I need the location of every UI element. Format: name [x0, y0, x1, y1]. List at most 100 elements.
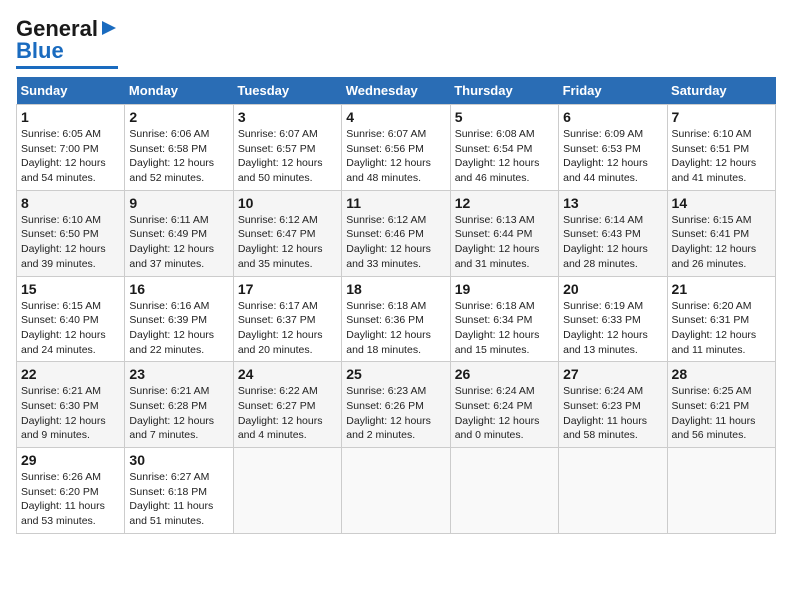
sunrise-text: Sunrise: 6:05 AMSunset: 7:00 PMDaylight:… [21, 128, 106, 184]
day-number: 2 [129, 109, 228, 125]
sunrise-text: Sunrise: 6:23 AMSunset: 6:26 PMDaylight:… [346, 385, 431, 441]
sunrise-text: Sunrise: 6:19 AMSunset: 6:33 PMDaylight:… [563, 300, 648, 356]
day-number: 23 [129, 366, 228, 382]
day-number: 15 [21, 281, 120, 297]
sunrise-text: Sunrise: 6:26 AMSunset: 6:20 PMDaylight:… [21, 471, 105, 527]
day-number: 17 [238, 281, 337, 297]
calendar-day-cell: 8 Sunrise: 6:10 AMSunset: 6:50 PMDayligh… [17, 190, 125, 276]
sunrise-text: Sunrise: 6:18 AMSunset: 6:34 PMDaylight:… [455, 300, 540, 356]
sunrise-text: Sunrise: 6:11 AMSunset: 6:49 PMDaylight:… [129, 214, 214, 270]
calendar-day-cell: 7 Sunrise: 6:10 AMSunset: 6:51 PMDayligh… [667, 105, 775, 191]
calendar-week-row: 29 Sunrise: 6:26 AMSunset: 6:20 PMDaylig… [17, 448, 776, 534]
sunrise-text: Sunrise: 6:13 AMSunset: 6:44 PMDaylight:… [455, 214, 540, 270]
day-number: 1 [21, 109, 120, 125]
sunrise-text: Sunrise: 6:15 AMSunset: 6:41 PMDaylight:… [672, 214, 757, 270]
calendar-day-cell: 14 Sunrise: 6:15 AMSunset: 6:41 PMDaylig… [667, 190, 775, 276]
calendar-day-cell: 30 Sunrise: 6:27 AMSunset: 6:18 PMDaylig… [125, 448, 233, 534]
sunrise-text: Sunrise: 6:16 AMSunset: 6:39 PMDaylight:… [129, 300, 214, 356]
calendar-day-cell [559, 448, 667, 534]
day-number: 30 [129, 452, 228, 468]
calendar-day-cell: 5 Sunrise: 6:08 AMSunset: 6:54 PMDayligh… [450, 105, 558, 191]
calendar-day-cell: 4 Sunrise: 6:07 AMSunset: 6:56 PMDayligh… [342, 105, 450, 191]
calendar-day-cell: 27 Sunrise: 6:24 AMSunset: 6:23 PMDaylig… [559, 362, 667, 448]
calendar-day-cell: 16 Sunrise: 6:16 AMSunset: 6:39 PMDaylig… [125, 276, 233, 362]
weekday-header: Sunday [17, 77, 125, 105]
day-number: 8 [21, 195, 120, 211]
day-number: 20 [563, 281, 662, 297]
day-number: 5 [455, 109, 554, 125]
page-header: General Blue [16, 16, 776, 69]
calendar-day-cell: 21 Sunrise: 6:20 AMSunset: 6:31 PMDaylig… [667, 276, 775, 362]
sunrise-text: Sunrise: 6:22 AMSunset: 6:27 PMDaylight:… [238, 385, 323, 441]
calendar-day-cell: 13 Sunrise: 6:14 AMSunset: 6:43 PMDaylig… [559, 190, 667, 276]
sunrise-text: Sunrise: 6:21 AMSunset: 6:28 PMDaylight:… [129, 385, 214, 441]
sunrise-text: Sunrise: 6:07 AMSunset: 6:57 PMDaylight:… [238, 128, 323, 184]
weekday-header: Friday [559, 77, 667, 105]
calendar-week-row: 15 Sunrise: 6:15 AMSunset: 6:40 PMDaylig… [17, 276, 776, 362]
sunrise-text: Sunrise: 6:10 AMSunset: 6:51 PMDaylight:… [672, 128, 757, 184]
calendar-day-cell: 6 Sunrise: 6:09 AMSunset: 6:53 PMDayligh… [559, 105, 667, 191]
day-number: 4 [346, 109, 445, 125]
day-number: 24 [238, 366, 337, 382]
weekday-header: Tuesday [233, 77, 341, 105]
day-number: 18 [346, 281, 445, 297]
calendar-day-cell: 17 Sunrise: 6:17 AMSunset: 6:37 PMDaylig… [233, 276, 341, 362]
sunrise-text: Sunrise: 6:10 AMSunset: 6:50 PMDaylight:… [21, 214, 106, 270]
logo-icon [100, 19, 118, 42]
sunrise-text: Sunrise: 6:12 AMSunset: 6:46 PMDaylight:… [346, 214, 431, 270]
calendar-day-cell [667, 448, 775, 534]
calendar-day-cell: 24 Sunrise: 6:22 AMSunset: 6:27 PMDaylig… [233, 362, 341, 448]
sunrise-text: Sunrise: 6:17 AMSunset: 6:37 PMDaylight:… [238, 300, 323, 356]
sunrise-text: Sunrise: 6:21 AMSunset: 6:30 PMDaylight:… [21, 385, 106, 441]
weekday-header: Wednesday [342, 77, 450, 105]
sunrise-text: Sunrise: 6:20 AMSunset: 6:31 PMDaylight:… [672, 300, 757, 356]
calendar-day-cell: 2 Sunrise: 6:06 AMSunset: 6:58 PMDayligh… [125, 105, 233, 191]
day-number: 25 [346, 366, 445, 382]
logo-blue-text: Blue [16, 38, 64, 64]
sunrise-text: Sunrise: 6:06 AMSunset: 6:58 PMDaylight:… [129, 128, 214, 184]
logo-underline [16, 66, 118, 69]
calendar-day-cell [233, 448, 341, 534]
calendar-day-cell: 20 Sunrise: 6:19 AMSunset: 6:33 PMDaylig… [559, 276, 667, 362]
day-number: 27 [563, 366, 662, 382]
day-number: 26 [455, 366, 554, 382]
calendar-day-cell: 11 Sunrise: 6:12 AMSunset: 6:46 PMDaylig… [342, 190, 450, 276]
weekday-header-row: SundayMondayTuesdayWednesdayThursdayFrid… [17, 77, 776, 105]
weekday-header: Monday [125, 77, 233, 105]
calendar-day-cell: 15 Sunrise: 6:15 AMSunset: 6:40 PMDaylig… [17, 276, 125, 362]
calendar-day-cell: 23 Sunrise: 6:21 AMSunset: 6:28 PMDaylig… [125, 362, 233, 448]
sunrise-text: Sunrise: 6:25 AMSunset: 6:21 PMDaylight:… [672, 385, 756, 441]
sunrise-text: Sunrise: 6:07 AMSunset: 6:56 PMDaylight:… [346, 128, 431, 184]
day-number: 9 [129, 195, 228, 211]
day-number: 29 [21, 452, 120, 468]
logo: General Blue [16, 16, 118, 69]
calendar-day-cell: 9 Sunrise: 6:11 AMSunset: 6:49 PMDayligh… [125, 190, 233, 276]
day-number: 21 [672, 281, 771, 297]
sunrise-text: Sunrise: 6:12 AMSunset: 6:47 PMDaylight:… [238, 214, 323, 270]
sunrise-text: Sunrise: 6:18 AMSunset: 6:36 PMDaylight:… [346, 300, 431, 356]
calendar-week-row: 8 Sunrise: 6:10 AMSunset: 6:50 PMDayligh… [17, 190, 776, 276]
sunrise-text: Sunrise: 6:24 AMSunset: 6:24 PMDaylight:… [455, 385, 540, 441]
day-number: 22 [21, 366, 120, 382]
calendar-day-cell [342, 448, 450, 534]
calendar-day-cell: 1 Sunrise: 6:05 AMSunset: 7:00 PMDayligh… [17, 105, 125, 191]
day-number: 12 [455, 195, 554, 211]
day-number: 19 [455, 281, 554, 297]
calendar-day-cell [450, 448, 558, 534]
calendar-day-cell: 25 Sunrise: 6:23 AMSunset: 6:26 PMDaylig… [342, 362, 450, 448]
calendar-day-cell: 26 Sunrise: 6:24 AMSunset: 6:24 PMDaylig… [450, 362, 558, 448]
sunrise-text: Sunrise: 6:14 AMSunset: 6:43 PMDaylight:… [563, 214, 648, 270]
day-number: 16 [129, 281, 228, 297]
calendar-day-cell: 3 Sunrise: 6:07 AMSunset: 6:57 PMDayligh… [233, 105, 341, 191]
calendar-day-cell: 22 Sunrise: 6:21 AMSunset: 6:30 PMDaylig… [17, 362, 125, 448]
day-number: 6 [563, 109, 662, 125]
day-number: 13 [563, 195, 662, 211]
calendar-day-cell: 19 Sunrise: 6:18 AMSunset: 6:34 PMDaylig… [450, 276, 558, 362]
day-number: 14 [672, 195, 771, 211]
calendar-day-cell: 12 Sunrise: 6:13 AMSunset: 6:44 PMDaylig… [450, 190, 558, 276]
calendar-day-cell: 10 Sunrise: 6:12 AMSunset: 6:47 PMDaylig… [233, 190, 341, 276]
day-number: 28 [672, 366, 771, 382]
day-number: 10 [238, 195, 337, 211]
day-number: 3 [238, 109, 337, 125]
day-number: 7 [672, 109, 771, 125]
